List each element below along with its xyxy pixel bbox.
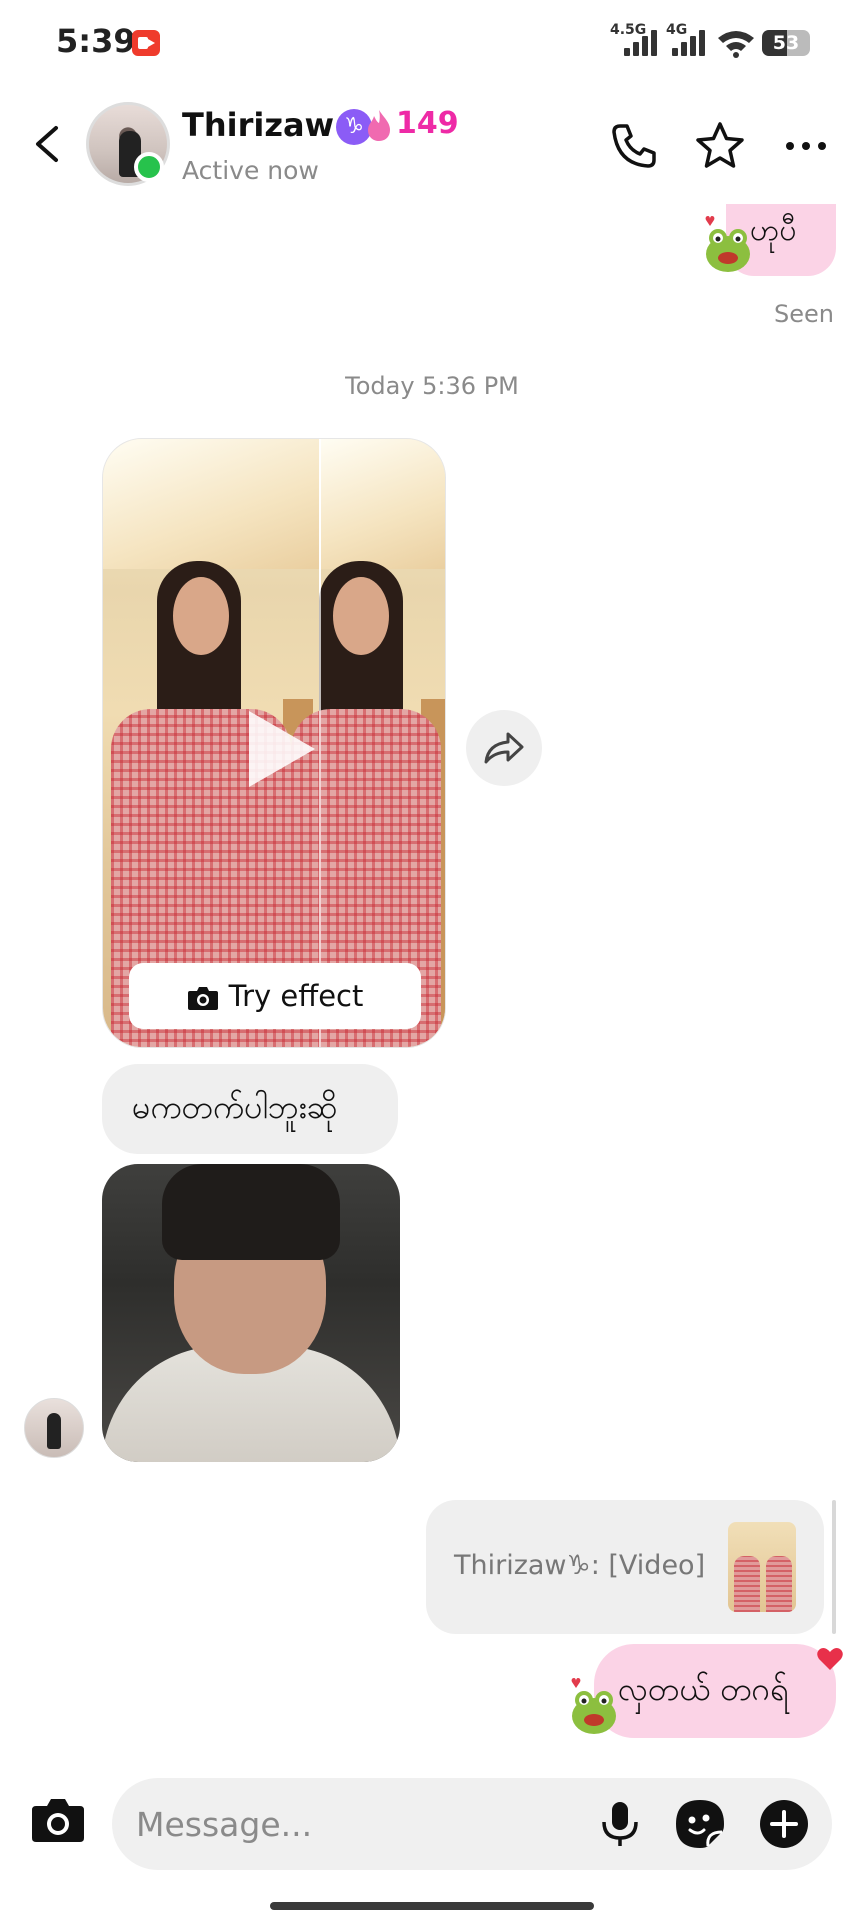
message-input[interactable]: [136, 1802, 576, 1846]
voice-call-button[interactable]: [610, 122, 658, 170]
signal-strength-icon-2: [668, 28, 708, 56]
outgoing-message[interactable]: လှတယ် တဂရ်: [594, 1644, 836, 1738]
message-field: [112, 1778, 832, 1870]
streak-count: 149: [396, 106, 459, 141]
more-options-button[interactable]: [782, 132, 830, 160]
favorite-star-button[interactable]: [694, 120, 746, 172]
message-text: လှတယ် တဂရ်: [618, 1670, 789, 1708]
camera-icon: [187, 987, 218, 1010]
camera-button[interactable]: [30, 1794, 86, 1844]
incoming-message[interactable]: မကတက်ပါဘူးဆို: [102, 1064, 398, 1154]
heart-reaction-icon: [817, 1648, 843, 1670]
screen-record-icon: [132, 30, 160, 56]
status-time: 5:39: [56, 22, 136, 60]
battery-percentage: 53: [772, 32, 800, 54]
battery-icon: 53: [762, 30, 810, 56]
try-effect-button[interactable]: Try effect: [129, 963, 421, 1029]
frog-sticker-icon: [571, 1678, 616, 1734]
sticker-button[interactable]: [672, 1796, 728, 1852]
signal-strength-icon: [620, 28, 660, 56]
wifi-icon: [718, 31, 754, 58]
seen-receipt: Seen: [774, 300, 834, 328]
reply-video-thumbnail: [728, 1522, 796, 1612]
sender-avatar[interactable]: [24, 1398, 84, 1458]
try-effect-label: Try effect: [228, 979, 364, 1013]
chat-header: Thirizaw ♑ 149 Active now: [0, 84, 864, 204]
incoming-photo-message[interactable]: [102, 1164, 400, 1462]
home-indicator[interactable]: [270, 1902, 594, 1910]
flame-icon: [368, 109, 390, 141]
add-button[interactable]: [758, 1798, 810, 1850]
video-frame-right: [291, 439, 445, 1047]
status-bar: 5:39 4.5G 4G 53: [0, 0, 864, 84]
back-button[interactable]: [28, 122, 68, 166]
active-status: Active now: [182, 156, 319, 185]
video-message[interactable]: Try effect: [102, 438, 446, 1048]
reply-indicator-bar: [832, 1500, 836, 1634]
share-arrow-icon: [484, 732, 524, 764]
microphone-button[interactable]: [594, 1798, 646, 1850]
message-text: မကတက်ပါဘူးဆို: [132, 1088, 338, 1126]
reply-preview-text: Thirizaw♑: [Video]: [454, 1550, 706, 1581]
streak-counter: 149: [366, 106, 459, 142]
message-timestamp: Today 5:36 PM: [345, 372, 519, 400]
reply-preview[interactable]: Thirizaw♑: [Video]: [426, 1500, 824, 1634]
message-text: ဟုပီ: [750, 213, 797, 248]
share-button[interactable]: [466, 710, 542, 786]
contact-name[interactable]: Thirizaw ♑: [182, 106, 373, 145]
online-indicator: [134, 152, 164, 182]
contact-name-text: Thirizaw: [182, 106, 335, 144]
play-icon[interactable]: [249, 711, 315, 787]
message-composer: [0, 1764, 864, 1874]
frog-sticker-icon: [705, 216, 750, 272]
message-list[interactable]: ဟုပီ Seen Today 5:36 PM Try effect မကတက်…: [0, 204, 864, 1764]
